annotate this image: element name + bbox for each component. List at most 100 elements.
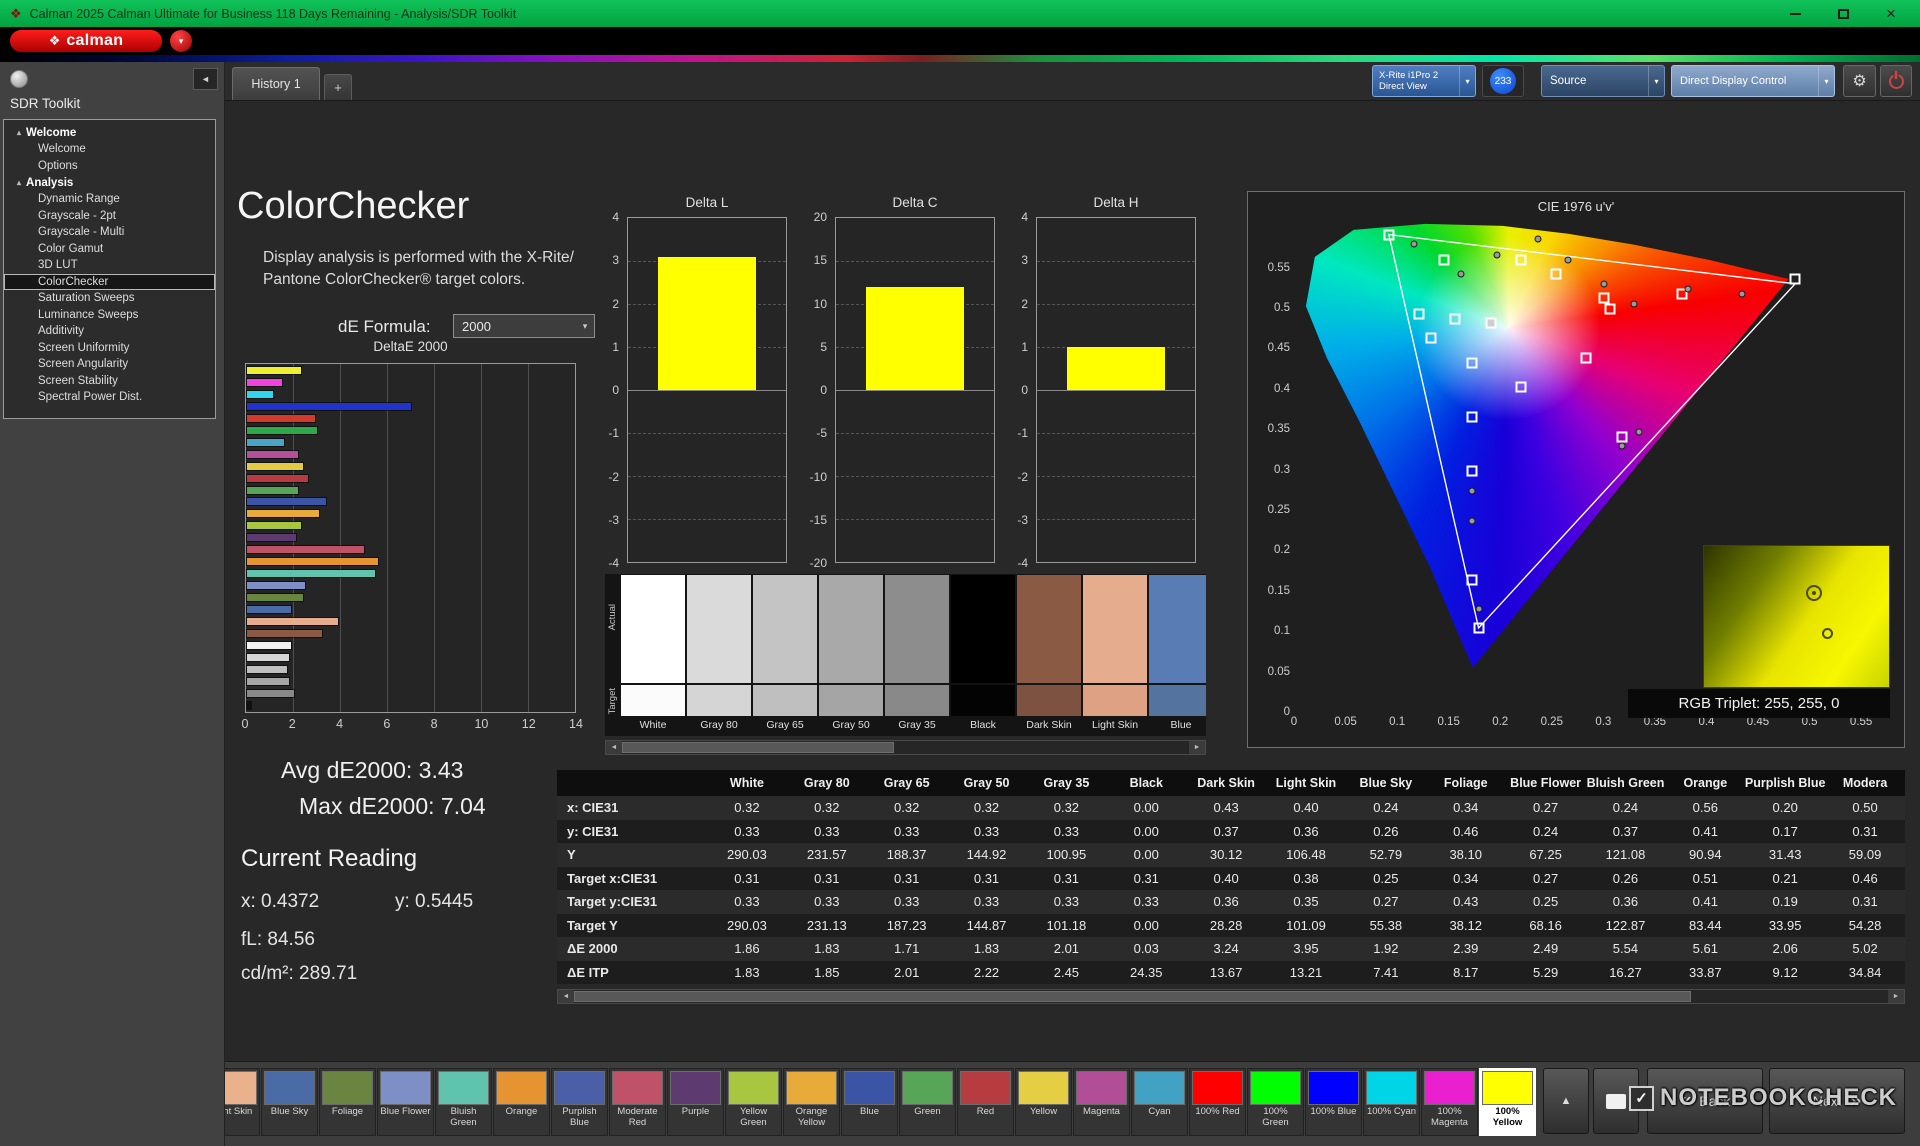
tree-section-analysis[interactable]: ▴Analysis <box>4 174 215 191</box>
sidebar-item-3d-lut[interactable]: 3D LUT <box>4 257 215 274</box>
add-tab-button[interactable]: + <box>324 74 352 100</box>
display-control-dropdown[interactable]: Direct Display Control ▾ <box>1671 65 1835 97</box>
reference-point <box>1601 280 1608 287</box>
deltae-plot <box>245 363 576 713</box>
table-header-modera: Modera <box>1825 770 1905 796</box>
axis-tick-label: 0.05 <box>1334 716 1356 728</box>
patch-button-100-blue[interactable]: 100% Blue <box>1305 1068 1362 1136</box>
sidebar-item-welcome[interactable]: Welcome <box>4 141 215 158</box>
axis-tick-label: 8 <box>431 717 438 731</box>
logo-menu-button[interactable]: ▾ <box>170 30 192 52</box>
deltae-bar-dark-skin <box>247 630 322 637</box>
table-cell: 13.21 <box>1266 961 1346 985</box>
swatch-label: White <box>621 716 685 734</box>
patch-button-orange[interactable]: Orange <box>493 1068 550 1136</box>
logo-diamond-icon: ❖ <box>49 33 61 49</box>
sidebar-item-grayscale-2pt[interactable]: Grayscale - 2pt <box>4 208 215 225</box>
sidebar-item-spectral-power-dist[interactable]: Spectral Power Dist. <box>4 389 215 406</box>
power-button[interactable] <box>1880 65 1912 97</box>
sidebar-item-saturation-sweeps[interactable]: Saturation Sweeps <box>4 290 215 307</box>
patch-button-bluish-green[interactable]: Bluish Green <box>435 1068 492 1136</box>
source-label: Source <box>1550 75 1586 87</box>
table-cell: 33.87 <box>1665 961 1745 985</box>
patch-button-100-yellow[interactable]: 100% Yellow <box>1479 1068 1536 1136</box>
scroll-right-button[interactable]: ► <box>1189 741 1205 754</box>
patch-button-yellow[interactable]: Yellow <box>1015 1068 1072 1136</box>
table-cell: 0.37 <box>1186 820 1266 844</box>
reference-point <box>1494 251 1501 258</box>
meter-dropdown[interactable]: X-Rite i1Pro 2 Direct View ▾ <box>1372 65 1476 97</box>
scrollbar-thumb[interactable] <box>574 991 1691 1002</box>
reading-cd-value: cd/m²: 289.71 <box>241 963 357 985</box>
patch-button-100-red[interactable]: 100% Red <box>1189 1068 1246 1136</box>
patch-button-100-magenta[interactable]: 100% Magenta <box>1421 1068 1478 1136</box>
patch-button-orange-yellow[interactable]: Orange Yellow <box>783 1068 840 1136</box>
pattern-window-button[interactable] <box>1593 1068 1639 1134</box>
patch-button-blue-sky[interactable]: Blue Sky <box>261 1068 318 1136</box>
deltaL-ylabels: 43210-1-2-3-4 <box>589 217 623 563</box>
patch-button-light-skin[interactable]: Light Skin <box>225 1068 260 1136</box>
patch-button-magenta[interactable]: Magenta <box>1073 1068 1130 1136</box>
window-title: Calman 2025 Calman Ultimate for Business… <box>30 7 517 21</box>
sidebar-handle-button[interactable] <box>10 70 28 88</box>
source-dropdown[interactable]: Source ▾ <box>1541 65 1665 97</box>
sidebar-item-additivity[interactable]: Additivity <box>4 323 215 340</box>
settings-button[interactable]: ⚙ <box>1843 65 1876 97</box>
sidebar-collapse-button[interactable]: ◄ <box>193 68 218 90</box>
sidebar-item-grayscale-multi[interactable]: Grayscale - Multi <box>4 224 215 241</box>
deltaH-title: Delta H <box>1036 195 1196 210</box>
deltaC-plot <box>835 217 995 563</box>
sidebar-item-luminance-sweeps[interactable]: Luminance Sweeps <box>4 307 215 324</box>
tree-section-welcome[interactable]: ▴Welcome <box>4 124 215 141</box>
de-formula-dropdown[interactable]: 2000 ▾ <box>453 314 595 338</box>
table-cell: 2.49 <box>1506 937 1586 961</box>
table-cell: 0.33 <box>1106 890 1186 914</box>
patch-button-100-cyan[interactable]: 100% Cyan <box>1363 1068 1420 1136</box>
measured-point <box>1467 357 1478 368</box>
patch-button-cyan[interactable]: Cyan <box>1131 1068 1188 1136</box>
table-cell: 1.83 <box>707 961 787 985</box>
axis-tick-label: -5 <box>816 426 827 440</box>
actual-swatch <box>621 575 685 683</box>
patch-button-purplish-blue[interactable]: Purplish Blue <box>551 1068 608 1136</box>
collapse-toolbar-button[interactable]: ▲ <box>1543 1068 1589 1134</box>
scroll-right-button[interactable]: ► <box>1888 990 1904 1003</box>
table-cell: 90.94 <box>1665 843 1745 867</box>
patch-button-green[interactable]: Green <box>899 1068 956 1136</box>
scroll-left-button[interactable]: ◄ <box>558 990 574 1003</box>
next-button[interactable]: Next » <box>1769 1068 1905 1134</box>
sidebar-item-color-gamut[interactable]: Color Gamut <box>4 241 215 258</box>
scroll-left-button[interactable]: ◄ <box>606 741 622 754</box>
deltae-bar-green <box>247 487 298 494</box>
patch-button-red[interactable]: Red <box>957 1068 1014 1136</box>
axis-tick-label: 0.3 <box>1274 464 1290 476</box>
patch-button-moderate-red[interactable]: Moderate Red <box>609 1068 666 1136</box>
patch-button-purple[interactable]: Purple <box>667 1068 724 1136</box>
patch-button-blue-flower[interactable]: Blue Flower <box>377 1068 434 1136</box>
patch-button-foliage[interactable]: Foliage <box>319 1068 376 1136</box>
table-cell: 0.21 <box>1745 867 1825 891</box>
sidebar-item-colorchecker[interactable]: ColorChecker <box>4 274 215 291</box>
close-button[interactable]: × <box>1882 5 1900 23</box>
tab-history-1[interactable]: History 1 <box>232 67 320 100</box>
sidebar-item-screen-uniformity[interactable]: Screen Uniformity <box>4 340 215 357</box>
patch-button-100-green[interactable]: 100% Green <box>1247 1068 1304 1136</box>
deltae-bar-blue-flower <box>247 582 305 589</box>
deltae-bar-black <box>247 702 251 709</box>
minimize-button[interactable] <box>1786 5 1804 23</box>
sidebar-item-screen-angularity[interactable]: Screen Angularity <box>4 356 215 373</box>
patch-button-yellow-green[interactable]: Yellow Green <box>725 1068 782 1136</box>
actual-swatch <box>885 575 949 683</box>
sidebar-item-screen-stability[interactable]: Screen Stability <box>4 373 215 390</box>
table-cell: 290.03 <box>707 843 787 867</box>
patch-button-blue[interactable]: Blue <box>841 1068 898 1136</box>
sidebar-item-dynamic-range[interactable]: Dynamic Range <box>4 191 215 208</box>
axis-tick-label: 10 <box>474 717 488 731</box>
deltae-bar-moderate-red <box>247 546 364 553</box>
table-cell: 100.95 <box>1026 843 1106 867</box>
maximize-button[interactable] <box>1834 5 1852 23</box>
patch-swatch <box>1424 1071 1475 1105</box>
sidebar-item-options[interactable]: Options <box>4 158 215 175</box>
back-button[interactable]: « Back <box>1647 1068 1763 1134</box>
scrollbar-thumb[interactable] <box>622 742 894 753</box>
